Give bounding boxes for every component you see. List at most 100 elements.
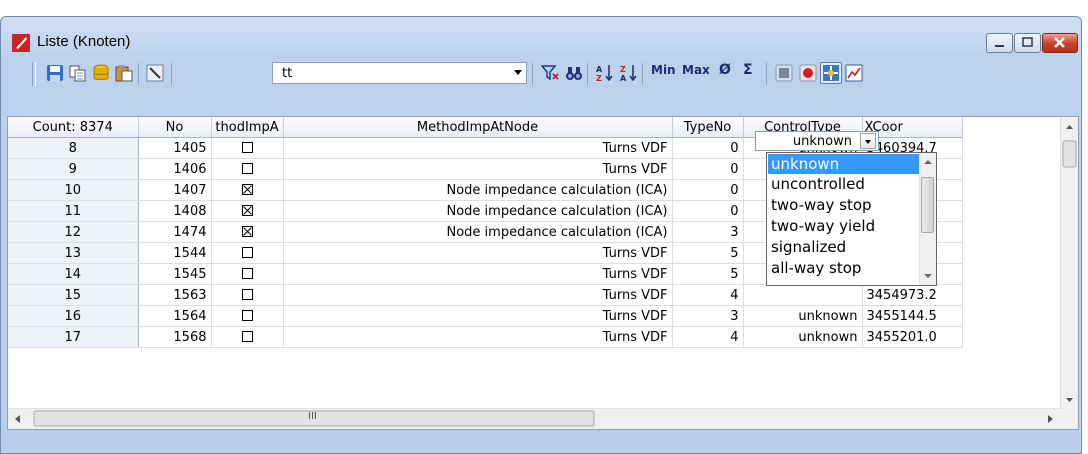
dropdown-scrollbar[interactable] xyxy=(919,153,936,285)
checkbox[interactable] xyxy=(241,141,253,153)
row-number[interactable]: 17 xyxy=(8,326,139,348)
dropdown-option-two-way-yield[interactable]: two-way yield xyxy=(768,216,920,236)
checkbox[interactable] xyxy=(241,162,253,174)
controltype-dropdown[interactable]: unknown uncontrolled two-way stop two-wa… xyxy=(766,152,937,286)
type-cell[interactable]: 0 xyxy=(672,158,744,180)
vertical-scrollbar[interactable] xyxy=(1060,117,1078,409)
row-number[interactable]: 10 xyxy=(8,179,139,201)
method-cell[interactable]: Turns VDF xyxy=(283,158,673,180)
copy-icon[interactable] xyxy=(67,62,89,84)
paste-icon[interactable] xyxy=(113,62,135,84)
sort-ascending-icon[interactable]: AZ xyxy=(593,62,615,84)
gray-square-icon[interactable] xyxy=(773,62,795,84)
type-cell[interactable]: 5 xyxy=(672,242,744,264)
checkbox-cell[interactable] xyxy=(211,263,284,285)
table-row[interactable]: 16 1564 Turns VDF 3 unknown 3455144.5 xyxy=(8,305,963,327)
no-cell[interactable]: 1474 xyxy=(138,221,212,243)
method-cell[interactable]: Node impedance calculation (ICA) xyxy=(283,179,673,201)
no-cell[interactable]: 1544 xyxy=(138,242,212,264)
no-cell[interactable]: 1568 xyxy=(138,326,212,348)
chevron-down-icon[interactable] xyxy=(514,70,522,75)
row-number[interactable]: 14 xyxy=(8,263,139,285)
column-header-methodimpatnode[interactable]: MethodImpAtNode xyxy=(283,117,673,138)
checkbox[interactable] xyxy=(241,309,253,321)
binoculars-icon[interactable] xyxy=(563,62,585,84)
column-header-no[interactable]: No xyxy=(138,117,212,138)
control-cell[interactable] xyxy=(743,284,863,306)
type-cell[interactable]: 0 xyxy=(672,137,744,159)
no-cell[interactable]: 1408 xyxy=(138,200,212,222)
checkbox-checked[interactable] xyxy=(241,204,253,216)
type-cell[interactable]: 0 xyxy=(672,179,744,201)
xcoord-cell[interactable]: 3455201.0 xyxy=(862,326,963,348)
checkbox-cell[interactable] xyxy=(211,305,284,327)
no-cell[interactable]: 1406 xyxy=(138,158,212,180)
checkbox-cell[interactable] xyxy=(211,137,284,159)
minimize-button[interactable] xyxy=(986,33,1013,53)
type-cell[interactable]: 4 xyxy=(672,284,744,306)
dropdown-option-unknown[interactable]: unknown xyxy=(768,154,920,174)
sort-descending-icon[interactable]: ZA xyxy=(617,62,639,84)
horizontal-scrollbar[interactable]: III xyxy=(8,408,1063,429)
maximize-button[interactable] xyxy=(1014,33,1041,53)
row-number[interactable]: 11 xyxy=(8,200,139,222)
checkbox[interactable] xyxy=(241,246,253,258)
checkbox[interactable] xyxy=(241,267,253,279)
no-cell[interactable]: 1405 xyxy=(138,137,212,159)
method-cell[interactable]: Node impedance calculation (ICA) xyxy=(283,221,673,243)
filter-icon[interactable] xyxy=(539,62,561,84)
row-number[interactable]: 8 xyxy=(8,137,139,159)
no-cell[interactable]: 1407 xyxy=(138,179,212,201)
checkbox-checked[interactable] xyxy=(241,183,253,195)
method-cell[interactable]: Node impedance calculation (ICA) xyxy=(283,200,673,222)
checkbox-cell[interactable] xyxy=(211,242,284,264)
count-header[interactable]: Count: 8374 xyxy=(8,117,139,138)
min-button[interactable]: Min xyxy=(651,63,676,77)
control-cell[interactable]: unknown xyxy=(743,305,863,327)
no-cell[interactable]: 1545 xyxy=(138,263,212,285)
row-number[interactable]: 15 xyxy=(8,284,139,306)
red-dot-icon[interactable] xyxy=(797,62,819,84)
control-cell[interactable]: unknown xyxy=(743,326,863,348)
toolbar-grip[interactable] xyxy=(32,62,36,86)
no-cell[interactable]: 1564 xyxy=(138,305,212,327)
method-cell[interactable]: Turns VDF xyxy=(283,242,673,264)
checkbox[interactable] xyxy=(241,288,253,300)
checkbox[interactable] xyxy=(241,330,253,342)
sum-button[interactable]: Σ xyxy=(743,62,753,78)
row-number[interactable]: 9 xyxy=(8,158,139,180)
checkbox-cell[interactable] xyxy=(211,179,284,201)
database-icon[interactable] xyxy=(90,62,112,84)
table-row[interactable]: 17 1568 Turns VDF 4 unknown 3455201.0 xyxy=(8,326,963,348)
checkbox-cell[interactable] xyxy=(211,221,284,243)
method-cell[interactable]: Turns VDF xyxy=(283,137,673,159)
checkbox-cell[interactable] xyxy=(211,284,284,306)
checkbox-cell[interactable] xyxy=(211,200,284,222)
save-icon[interactable] xyxy=(44,62,66,84)
controltype-editor[interactable]: unknown xyxy=(755,131,879,151)
method-cell[interactable]: Turns VDF xyxy=(283,326,673,348)
xcoord-cell[interactable]: 3454973.2 xyxy=(862,284,963,306)
column-header-typeno[interactable]: TypeNo xyxy=(672,117,744,138)
filter-combo[interactable]: tt xyxy=(272,62,527,84)
xcoord-cell[interactable]: 3455144.5 xyxy=(862,305,963,327)
row-number[interactable]: 16 xyxy=(8,305,139,327)
average-button[interactable]: Ø xyxy=(719,62,731,78)
type-cell[interactable]: 3 xyxy=(672,305,744,327)
max-button[interactable]: Max xyxy=(682,63,710,77)
column-header-methodimp[interactable]: thodImpA xyxy=(211,117,284,138)
table-row[interactable]: 15 1563 Turns VDF 4 3454973.2 xyxy=(8,284,963,306)
checkbox-cell[interactable] xyxy=(211,326,284,348)
type-cell[interactable]: 0 xyxy=(672,200,744,222)
method-cell[interactable]: Turns VDF xyxy=(283,284,673,306)
type-cell[interactable]: 3 xyxy=(672,221,744,243)
method-cell[interactable]: Turns VDF xyxy=(283,263,673,285)
dropdown-option-all-way-stop[interactable]: all-way stop xyxy=(768,258,920,278)
dropdown-scroll-thumb[interactable] xyxy=(921,177,934,233)
dropdown-button[interactable] xyxy=(860,133,876,149)
dropdown-option-signalized[interactable]: signalized xyxy=(768,237,920,257)
edit-filter-icon[interactable] xyxy=(144,62,166,84)
dropdown-option-two-way-stop[interactable]: two-way stop xyxy=(768,195,920,215)
type-cell[interactable]: 5 xyxy=(672,263,744,285)
row-number[interactable]: 12 xyxy=(8,221,139,243)
